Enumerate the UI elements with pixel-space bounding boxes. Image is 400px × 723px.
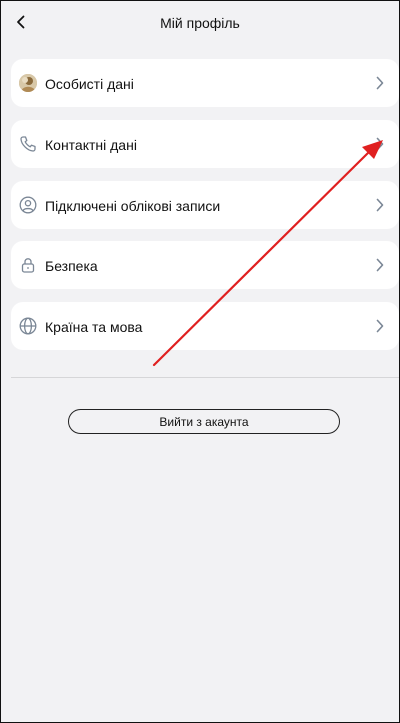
menu-item-label: Особисті дані (45, 76, 134, 92)
chevron-right-icon (376, 198, 384, 212)
menu-item-personal-data[interactable]: Особисті дані (11, 59, 399, 107)
globe-icon (19, 317, 37, 335)
profile-screen: Мій профіль Особисті дані Контактні дані… (0, 0, 400, 723)
phone-icon (19, 135, 37, 153)
annotation-arrow (152, 140, 383, 367)
menu-item-label: Країна та мова (45, 319, 143, 335)
menu-item-label: Контактні дані (45, 137, 137, 153)
chevron-right-icon (376, 76, 384, 90)
menu-item-contact-data[interactable]: Контактні дані (11, 120, 399, 168)
menu-item-label: Безпека (45, 258, 98, 274)
lock-icon (19, 256, 37, 274)
chevron-right-icon (376, 319, 384, 333)
chevron-right-icon (376, 137, 384, 151)
avatar (19, 74, 37, 92)
menu-item-connected-accounts[interactable]: Підключені облікові записи (11, 181, 399, 229)
header: Мій профіль (1, 1, 399, 45)
divider (11, 377, 399, 378)
page-title: Мій профіль (160, 15, 240, 31)
menu-item-country-language[interactable]: Країна та мова (11, 302, 399, 350)
menu-item-label: Підключені облікові записи (45, 198, 221, 214)
chevron-right-icon (376, 258, 384, 272)
logout-button[interactable]: Вийти з акаунта (68, 409, 340, 434)
user-circle-icon (19, 196, 37, 214)
menu-item-security[interactable]: Безпека (11, 241, 399, 289)
